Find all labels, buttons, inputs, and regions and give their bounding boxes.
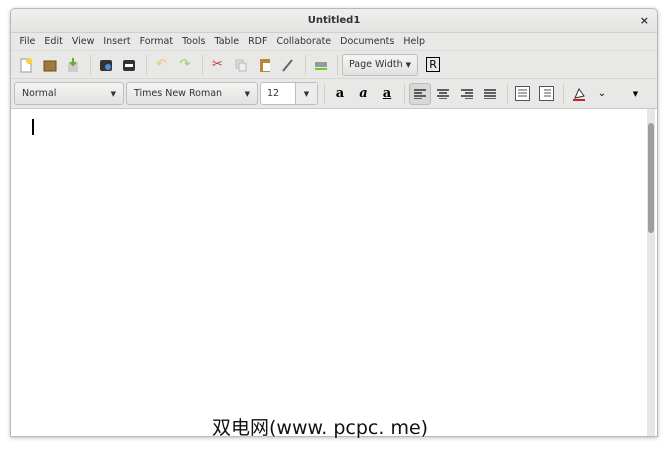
new-document-icon[interactable] — [15, 54, 37, 76]
align-left-icon[interactable] — [408, 82, 431, 105]
style-select[interactable]: Normal ▼ — [14, 82, 124, 105]
align-justify-icon[interactable] — [479, 83, 501, 105]
menu-edit[interactable]: Edit — [40, 36, 67, 47]
numbered-list-icon[interactable] — [512, 83, 534, 105]
menu-bar: File Edit View Insert Format Tools Table… — [11, 33, 657, 51]
menu-table[interactable]: Table — [210, 36, 244, 47]
separator — [506, 83, 508, 104]
align-center-icon[interactable] — [432, 83, 454, 105]
undo-icon[interactable]: ↶ — [151, 54, 173, 76]
chevron-down-icon: ▼ — [244, 89, 250, 98]
print-icon[interactable] — [118, 54, 140, 76]
vertical-scrollbar[interactable] — [647, 109, 655, 436]
print-preview-icon[interactable] — [95, 54, 117, 76]
separator — [403, 83, 405, 104]
spellcheck-icon[interactable] — [310, 54, 332, 76]
separator — [145, 54, 147, 75]
rdf-icon[interactable]: R — [422, 54, 444, 76]
chevron-down-icon: ▼ — [405, 60, 412, 69]
align-right-icon[interactable] — [456, 83, 478, 105]
format-toolbar: Normal ▼ Times New Roman ▼ 12 ▼ a a a ⌄ ▼ — [11, 79, 657, 109]
menu-insert[interactable]: Insert — [99, 36, 135, 47]
redo-icon[interactable]: ↷ — [174, 54, 196, 76]
cut-icon[interactable]: ✂ — [207, 54, 229, 76]
chevron-down-icon: ▼ — [295, 83, 317, 104]
style-value: Normal — [22, 88, 57, 99]
separator — [562, 83, 564, 104]
menu-rdf[interactable]: RDF — [244, 36, 272, 47]
window-title: Untitled1 — [307, 15, 361, 26]
bulleted-list-icon[interactable] — [535, 83, 557, 105]
watermark: 双电网(www. pcpc. me) — [212, 417, 429, 439]
separator — [337, 54, 338, 75]
menu-view[interactable]: View — [67, 36, 99, 47]
zoom-value: Page Width — [349, 59, 403, 70]
chevron-down-icon[interactable]: ⌄ — [591, 83, 613, 105]
menu-collaborate[interactable]: Collaborate — [272, 36, 336, 47]
underline-icon[interactable]: a — [376, 83, 398, 105]
separator — [89, 54, 91, 75]
text-cursor — [32, 119, 34, 135]
toolbar-overflow-icon[interactable]: ▼ — [625, 83, 647, 105]
chevron-down-icon: ▼ — [110, 89, 116, 98]
italic-icon[interactable]: a — [353, 83, 375, 105]
scrollbar-thumb[interactable] — [648, 123, 654, 233]
save-icon[interactable] — [62, 54, 84, 76]
menu-help[interactable]: Help — [399, 36, 430, 47]
font-size-value: 12 — [267, 88, 280, 99]
menu-file[interactable]: File — [15, 36, 40, 47]
menu-documents[interactable]: Documents — [336, 36, 399, 47]
copy-icon[interactable] — [230, 54, 252, 76]
fill-color-icon[interactable] — [568, 83, 590, 105]
font-select[interactable]: Times New Roman ▼ — [126, 82, 258, 105]
standard-toolbar: ↶ ↷ ✂ Page Width ▼ R — [11, 51, 657, 79]
format-painter-icon[interactable] — [277, 54, 299, 76]
paste-icon[interactable] — [254, 54, 276, 76]
font-size-select[interactable]: 12 ▼ — [260, 82, 318, 105]
open-folder-icon[interactable] — [39, 54, 61, 76]
rdf-label: R — [426, 57, 440, 72]
title-bar: Untitled1 × — [11, 9, 657, 33]
menu-format[interactable]: Format — [135, 36, 177, 47]
separator — [304, 54, 306, 75]
zoom-dropdown[interactable]: Page Width ▼ — [342, 53, 419, 76]
separator — [201, 54, 203, 75]
abiword-window: Untitled1 × File Edit View Insert Format… — [10, 8, 658, 437]
font-value: Times New Roman — [134, 88, 223, 99]
close-icon[interactable]: × — [640, 9, 649, 33]
menu-tools[interactable]: Tools — [178, 36, 210, 47]
document-area[interactable] — [11, 108, 657, 436]
bold-icon[interactable]: a — [329, 83, 351, 105]
separator — [324, 83, 325, 104]
